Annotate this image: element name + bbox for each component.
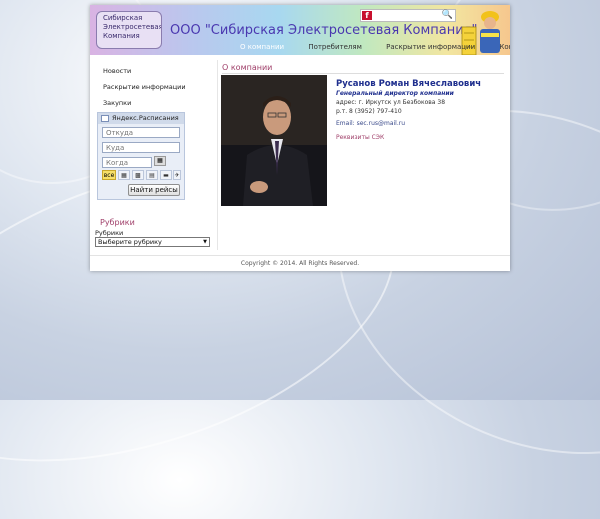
from-input[interactable] (102, 127, 180, 138)
chevron-down-icon: ▼ (203, 239, 207, 245)
rubrics-select-value: Выберите рубрику (98, 238, 162, 246)
ship-icon[interactable]: ▬ (160, 170, 172, 180)
yandex-schedule-icon (101, 115, 109, 122)
plane-icon[interactable]: ✈ (173, 170, 181, 180)
director-photo (221, 75, 327, 206)
flash-player-icon: f (362, 11, 372, 20)
logo-line: Сибирская (103, 14, 143, 22)
nav-item-consumers[interactable]: Потребителям (308, 43, 362, 51)
person-address: адрес: г. Иркутск ул Безбокова 38 (336, 99, 446, 106)
bus-icon[interactable]: ▩ (132, 170, 144, 180)
rubrics-heading: Рубрики (100, 218, 135, 227)
footer-copyright: Copyright © 2014. All Rights Reserved. (240, 260, 360, 267)
main-navigation: О компании Потребителям Раскрытие информ… (240, 43, 510, 55)
train-icon[interactable]: ▦ (118, 170, 130, 180)
sidebar-link-disclosure[interactable]: Раскрытие информации (103, 83, 186, 91)
rubrics-label: Рубрики (95, 229, 124, 237)
heading-rule (222, 73, 504, 74)
header-flash-widget[interactable]: f 🔍 (360, 9, 456, 22)
site-header: Сибирская Электросетевая Компания ООО "С… (90, 5, 510, 55)
to-input[interactable] (102, 142, 180, 153)
logo-line: Электросетевая (103, 23, 162, 31)
company-logo[interactable]: Сибирская Электросетевая Компания (96, 11, 162, 49)
nav-item-contacts[interactable]: Контакты (499, 43, 510, 51)
search-icon[interactable]: 🔍 (442, 10, 453, 20)
column-divider (217, 60, 218, 250)
transport-all-button[interactable]: все (102, 170, 116, 180)
page-container: Сибирская Электросетевая Компания ООО "С… (90, 5, 510, 271)
site-title: ООО "Сибирская Электросетевая Компания" (170, 23, 478, 38)
yandex-schedule-widget: Яндекс.Расписания ▦ все ▦ ▩ ▤ ▬ ✈ Найти … (97, 112, 185, 200)
sidebar-link-news[interactable]: Новости (103, 67, 131, 75)
widget-title: Яндекс.Расписания (98, 113, 184, 124)
page-title: О компании (222, 63, 273, 72)
person-role: Генеральный директор компании (336, 90, 454, 97)
rubrics-select[interactable]: Выберите рубрику ▼ (95, 237, 210, 247)
nav-item-disclosure[interactable]: Раскрытие информации (386, 43, 475, 51)
person-email[interactable]: Email: sec.rus@mail.ru (336, 120, 405, 127)
logo-line: Компания (103, 32, 140, 40)
person-phone: р.т. 8 (3952) 797-410 (336, 108, 402, 115)
find-trips-button[interactable]: Найти рейсы (128, 184, 180, 196)
sidebar-link-procurement[interactable]: Закупки (103, 99, 131, 107)
date-input[interactable] (102, 157, 152, 168)
suburban-train-icon[interactable]: ▤ (146, 170, 158, 180)
person-name: Русанов Роман Вячеславович (336, 79, 482, 89)
requisites-link[interactable]: Реквизиты СЭК (336, 134, 384, 141)
footer-rule (90, 255, 510, 256)
calendar-icon[interactable]: ▦ (154, 156, 166, 166)
nav-item-about[interactable]: О компании (240, 43, 284, 51)
